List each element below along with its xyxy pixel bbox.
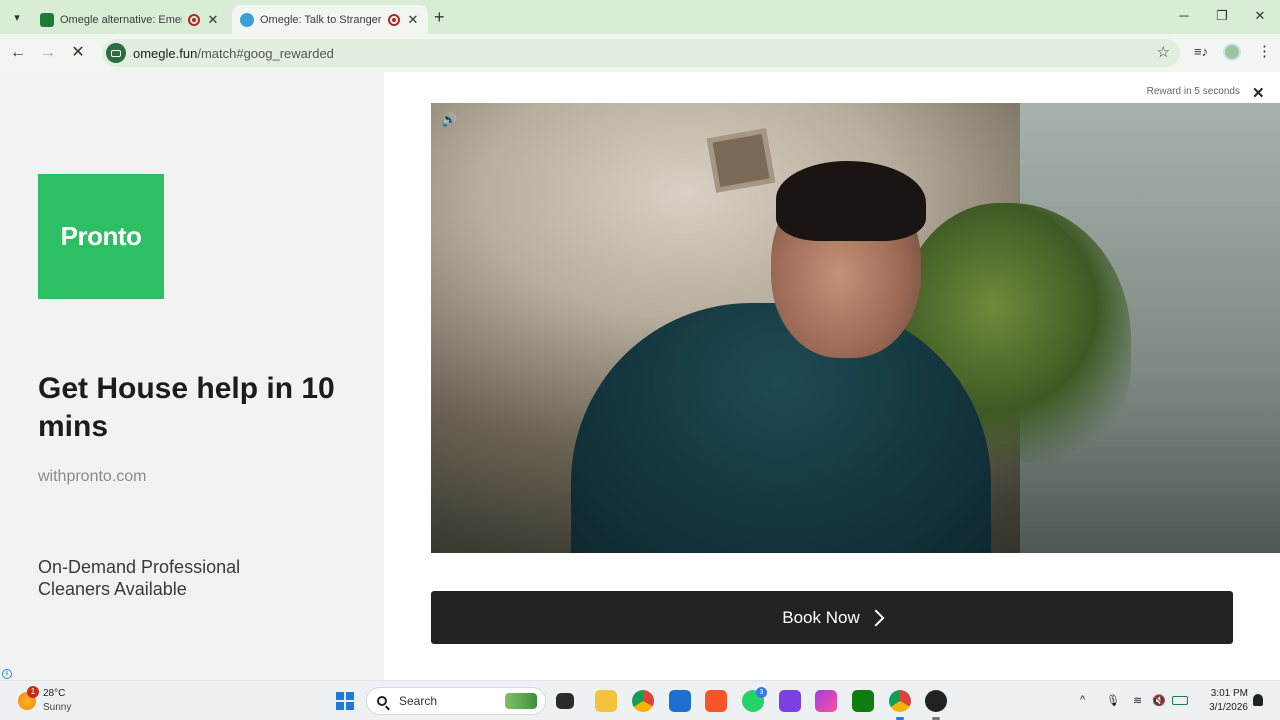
- proton-vpn-icon[interactable]: [779, 690, 801, 712]
- windows-taskbar: 1 28°C Sunny Search 3 ^ 🎙 ≋ 🔇 3:01 PM 3/…: [0, 680, 1280, 720]
- reward-countdown: Reward in 5 seconds: [1146, 86, 1240, 97]
- wifi-icon[interactable]: ≋: [1133, 694, 1142, 707]
- forward-button[interactable]: →: [38, 43, 58, 63]
- search-placeholder: Search: [399, 694, 438, 708]
- close-tab-icon[interactable]: ✕: [406, 12, 420, 28]
- video-person-hair: [776, 161, 926, 241]
- clock-time: 3:01 PM: [1210, 688, 1248, 699]
- ad-headline[interactable]: Get House help in 10 mins: [38, 370, 368, 446]
- weather-condition[interactable]: Sunny: [43, 702, 71, 713]
- battery-charging-icon[interactable]: [1172, 696, 1188, 705]
- url-text: omegle.fun/match#goog_rewarded: [133, 46, 334, 61]
- url-path: /match#goog_rewarded: [197, 45, 334, 61]
- whatsapp-badge: 3: [756, 687, 767, 698]
- search-icon: [377, 696, 387, 706]
- tab-title: Omegle alternative: Emerald: [60, 13, 182, 26]
- microphone-icon[interactable]: 🎙: [1106, 694, 1120, 707]
- close-ad-icon[interactable]: ✕: [1252, 84, 1265, 102]
- brave-browser-icon[interactable]: [705, 690, 727, 712]
- browser-tab-strip: ▾ Omegle alternative: Emerald ✕ Omegle: …: [0, 0, 1280, 34]
- camera-in-use-icon[interactable]: [106, 43, 126, 63]
- notification-bell-icon[interactable]: [1253, 694, 1263, 706]
- taskbar-search-box[interactable]: Search: [366, 687, 546, 715]
- book-now-label: Book Now: [782, 607, 860, 627]
- microsoft-store-icon[interactable]: [669, 690, 691, 712]
- ad-info-panel: Pronto Get House help in 10 mins withpro…: [0, 72, 384, 680]
- rewarded-ad-page: Pronto Get House help in 10 mins withpro…: [0, 72, 1280, 680]
- volume-muted-icon[interactable]: 🔇: [1152, 694, 1166, 707]
- back-button[interactable]: ←: [8, 43, 28, 63]
- weather-badge: 1: [27, 686, 39, 698]
- obs-studio-icon[interactable]: [925, 690, 947, 712]
- minimize-window-button[interactable]: ─: [1174, 8, 1194, 23]
- media-controls-icon[interactable]: ≡♪: [1194, 44, 1208, 59]
- emerald-favicon-icon: [40, 12, 54, 27]
- show-hidden-icons-chevron[interactable]: ^: [1080, 694, 1085, 706]
- video-wall-frame: [706, 128, 776, 193]
- ad-info-icon[interactable]: i: [2, 669, 12, 679]
- address-bar[interactable]: omegle.fun/match#goog_rewarded ☆: [102, 39, 1180, 67]
- recording-indicator-icon: [388, 13, 400, 26]
- browser-toolbar: ← → ✕ omegle.fun/match#goog_rewarded ☆ ≡…: [0, 34, 1280, 72]
- stop-loading-button[interactable]: ✕: [68, 43, 88, 63]
- system-clock[interactable]: 3:01 PM 3/1/2026: [1196, 687, 1248, 715]
- chrome-icon[interactable]: [632, 690, 654, 712]
- maximize-window-button[interactable]: ❐: [1212, 8, 1232, 24]
- search-highlight-icon: [505, 693, 537, 709]
- omegle-favicon-icon: [240, 12, 254, 27]
- bookmark-star-icon[interactable]: ☆: [1157, 43, 1170, 61]
- tab-title: Omegle: Talk to Strangers w: [260, 13, 382, 26]
- tab-omegle-alternative[interactable]: Omegle alternative: Emerald ✕: [32, 5, 228, 34]
- weather-temperature[interactable]: 28°C: [43, 688, 65, 699]
- ad-domain[interactable]: withpronto.com: [38, 468, 147, 486]
- url-host: omegle.fun: [133, 45, 198, 61]
- new-tab-button[interactable]: +: [434, 7, 445, 28]
- recording-indicator-icon: [188, 13, 200, 26]
- clipchamp-icon[interactable]: [815, 690, 837, 712]
- book-now-button[interactable]: Book Now: [431, 591, 1233, 644]
- task-view-icon[interactable]: [556, 693, 574, 709]
- tab-omegle-talk-to-strangers[interactable]: Omegle: Talk to Strangers w ✕: [232, 5, 428, 34]
- chevron-right-icon: [867, 609, 885, 626]
- close-tab-icon[interactable]: ✕: [206, 12, 220, 28]
- ad-description: On-Demand Professional Cleaners Availabl…: [38, 557, 241, 599]
- pronto-logo[interactable]: Pronto: [38, 174, 164, 299]
- chrome-profile-icon[interactable]: [889, 690, 911, 712]
- volume-icon[interactable]: 🔊: [441, 112, 457, 128]
- ad-video[interactable]: [431, 103, 1280, 553]
- browser-menu-icon[interactable]: ⋮: [1257, 42, 1272, 60]
- windows-start-icon[interactable]: [336, 692, 354, 710]
- close-window-button[interactable]: ✕: [1250, 8, 1270, 24]
- tab-search-chevron-icon[interactable]: ▾: [6, 6, 28, 28]
- file-explorer-icon[interactable]: [595, 690, 617, 712]
- profile-avatar[interactable]: [1223, 43, 1241, 61]
- xbox-icon[interactable]: [852, 690, 874, 712]
- clock-date: 3/1/2026: [1209, 702, 1248, 713]
